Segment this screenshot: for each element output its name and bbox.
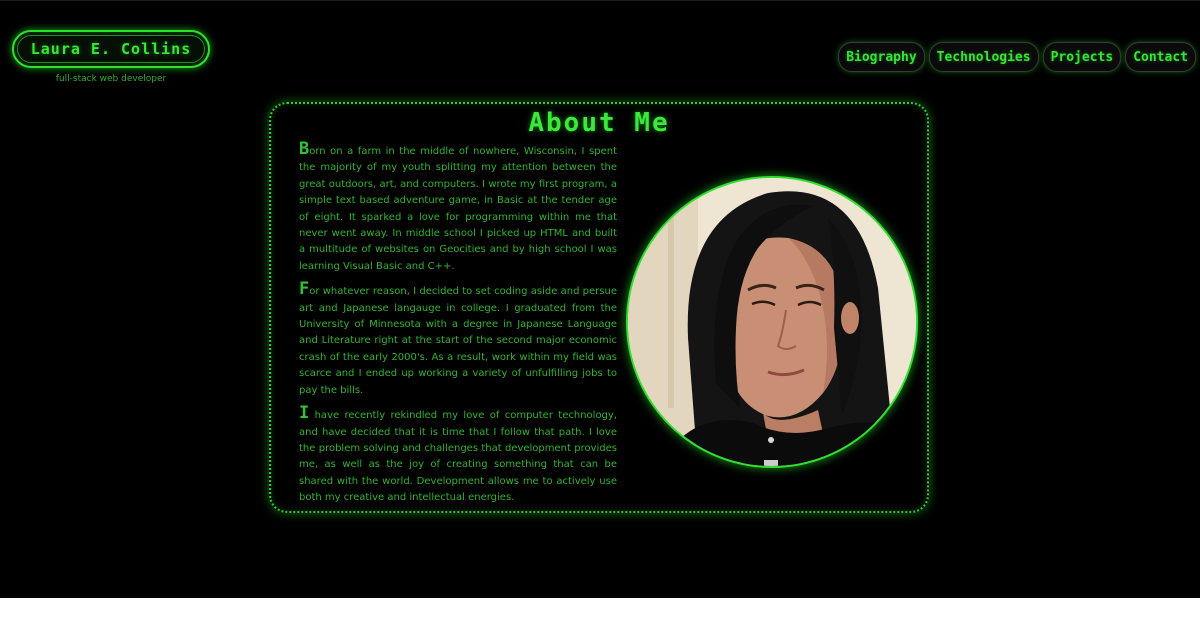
bio-paragraph-text: or whatever reason, I decided to set cod…: [299, 286, 617, 396]
bio-paragraph-text: have recently rekindled my love of compu…: [299, 410, 617, 504]
profile-photo-image: [628, 178, 916, 466]
nav-contact[interactable]: Contact: [1125, 42, 1196, 72]
nav-biography[interactable]: Biography: [838, 42, 925, 72]
profile-photo: [626, 176, 918, 468]
drop-cap: I: [299, 403, 310, 424]
bio-paragraph: I have recently rekindled my love of com…: [299, 405, 617, 506]
nav-technologies-label: Technologies: [936, 49, 1031, 65]
drop-cap: F: [299, 279, 310, 300]
main-nav: Biography Technologies Projects Contact: [838, 42, 1196, 72]
logo-name: Laura E. Collins: [30, 40, 192, 58]
bio-text: Born on a farm in the middle of nowhere,…: [299, 141, 617, 516]
about-title: About Me: [528, 108, 670, 138]
about-card: About Me Born on a farm in the middle of…: [269, 102, 929, 513]
tagline: full-stack web developer: [55, 74, 167, 84]
nav-contact-label: Contact: [1133, 49, 1188, 65]
drop-cap: B: [299, 139, 310, 159]
bio-paragraph: Born on a farm in the middle of nowhere,…: [299, 141, 617, 275]
nav-technologies[interactable]: Technologies: [928, 42, 1039, 72]
nav-projects-label: Projects: [1050, 49, 1114, 65]
nav-biography-label: Biography: [846, 49, 917, 65]
bio-paragraph: For whatever reason, I decided to set co…: [299, 281, 617, 399]
bio-paragraph-text: orn on a farm in the middle of nowhere, …: [299, 146, 617, 272]
logo[interactable]: Laura E. Collins: [12, 30, 210, 68]
nav-projects[interactable]: Projects: [1042, 42, 1122, 72]
page: Laura E. Collins full-stack web develope…: [0, 0, 1200, 628]
bottom-strip: [0, 598, 1200, 628]
